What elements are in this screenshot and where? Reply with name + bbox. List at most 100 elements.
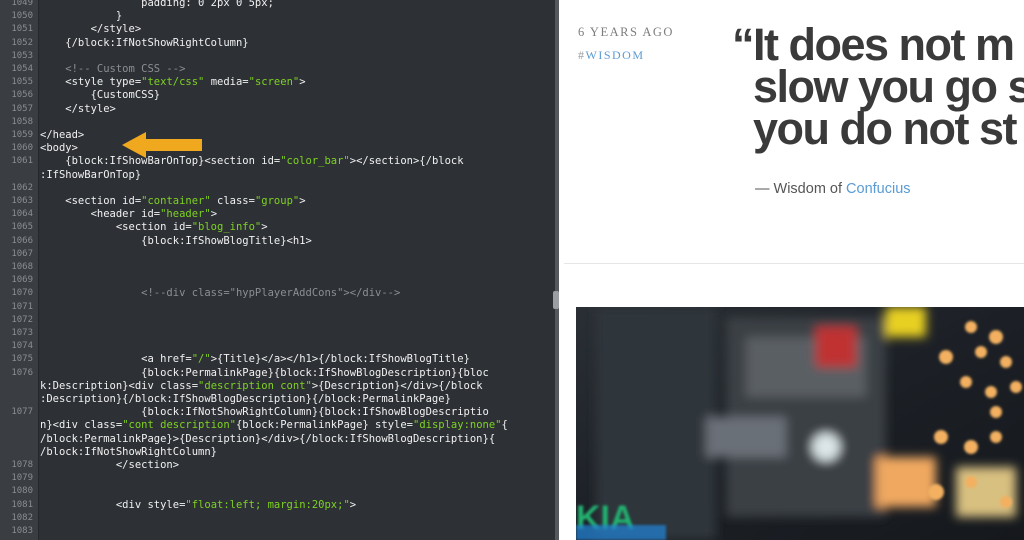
code-token: <a href= xyxy=(40,353,192,366)
attribution-prefix: — Wisdom of xyxy=(755,181,847,197)
code-token: > xyxy=(349,498,357,511)
code-line[interactable]: <!-- Custom CSS --> xyxy=(40,63,185,76)
code-token: class= xyxy=(210,195,255,207)
code-line[interactable]: n}<div class="cont description"{block:Pe… xyxy=(40,419,508,432)
line-number: 1049 xyxy=(11,0,33,8)
line-number: 1060 xyxy=(11,143,33,154)
line-number: 1074 xyxy=(11,341,33,352)
line-number: 1083 xyxy=(11,526,33,536)
code-line[interactable]: {block:IfShowBarOnTop}<section id="color… xyxy=(40,155,464,168)
code-token: <section id= xyxy=(40,195,142,207)
tag-hash: # xyxy=(578,48,586,62)
code-token: > xyxy=(261,221,268,234)
code-token: "cont description" xyxy=(122,419,236,432)
code-line[interactable]: </style> xyxy=(40,23,142,36)
code-line[interactable]: <style type="text/css" media="screen"> xyxy=(40,76,305,89)
code-token: "float:left; margin:20px;" xyxy=(185,498,350,511)
code-line[interactable]: {block:IfShowBlogTitle}<h1> xyxy=(40,235,312,248)
line-number: 1082 xyxy=(11,512,33,523)
code-line[interactable]: <header id="header"> xyxy=(40,208,217,221)
code-token: {block:PermalinkPage} style= xyxy=(235,419,413,432)
line-number: 1080 xyxy=(11,486,33,497)
code-line[interactable]: <section id="container" class="group"> xyxy=(40,195,305,208)
code-line[interactable]: {block:IfNotShowRightColumn}{block:IfSho… xyxy=(40,406,489,419)
code-line[interactable]: :IfShowBarOnTop} xyxy=(40,169,141,182)
line-number: 1065 xyxy=(11,222,33,233)
code-token: {block:PermalinkPage}{block:IfShowBlogDe… xyxy=(40,366,489,379)
line-number: 1066 xyxy=(11,235,33,246)
line-number-gutter: 1049 1050 1051 1052 1053 1054 1055 1056 1057 1058… xyxy=(0,0,39,540)
code-token: <style type= xyxy=(40,76,142,89)
line-number: 1081 xyxy=(11,499,33,510)
line-number: 1071 xyxy=(11,301,33,312)
quote-line: “It does not m xyxy=(732,19,1015,70)
code-token: {CustomCSS} xyxy=(40,89,161,102)
line-number: 1067 xyxy=(11,248,33,259)
code-token: ></section>{/block xyxy=(349,155,464,168)
code-token: :IfShowBarOnTop} xyxy=(40,168,142,181)
line-number: 1075 xyxy=(11,354,33,365)
code-line[interactable]: <div style="float:left; margin:20px;"> xyxy=(40,499,356,512)
code-line[interactable]: } xyxy=(40,10,122,23)
code-token: "container" xyxy=(141,195,211,207)
code-line[interactable]: padding: 0 2px 0 5px; xyxy=(40,0,274,10)
line-number: 1079 xyxy=(11,473,33,484)
code-line[interactable]: </style> xyxy=(40,103,116,116)
line-number: 1077 xyxy=(11,407,33,418)
code-token: "/" xyxy=(191,353,211,366)
code-token: </section> xyxy=(40,459,180,471)
code-line[interactable]: k:Description}<div class="description co… xyxy=(40,380,483,393)
line-number: 1052 xyxy=(11,37,33,48)
code-editor[interactable]: 1049 1050 1051 1052 1053 1054 1055 1056 1057 1058… xyxy=(0,0,555,540)
code-token: <div style= xyxy=(40,498,186,511)
code-token: </style> xyxy=(40,102,116,115)
code-token: /block:PermalinkPage}>{Description}</div… xyxy=(40,432,496,445)
code-line[interactable]: /block:PermalinkPage}>{Description}</div… xyxy=(40,433,495,446)
code-token: <!--div class="hypPlayerAddCons"></div--… xyxy=(40,287,401,300)
code-token: </head> xyxy=(40,129,85,141)
code-line[interactable]: <body> xyxy=(40,142,78,155)
code-token: k:Description}<div class= xyxy=(40,379,199,392)
code-token: <body> xyxy=(40,142,78,155)
author-link[interactable]: Confucius xyxy=(846,181,910,197)
code-line[interactable]: </section> xyxy=(40,459,179,472)
code-token: n}<div class= xyxy=(40,419,123,432)
code-token: </style> xyxy=(40,23,142,36)
code-line[interactable]: <section id="blog_info"> xyxy=(40,221,268,234)
code-token: <header id= xyxy=(40,208,161,221)
code-line[interactable]: {/block:IfNotShowRightColumn} xyxy=(40,36,249,50)
line-number: 1051 xyxy=(11,24,33,35)
code-token: padding: 0 2px 0 5px; xyxy=(40,0,274,9)
code-token: "blog_info" xyxy=(191,221,262,234)
code-line[interactable]: {block:PermalinkPage}{block:IfShowBlogDe… xyxy=(40,367,489,380)
line-number: 1058 xyxy=(11,116,33,127)
code-token: > xyxy=(210,208,218,221)
code-line[interactable]: <a href="/">{Title}</a></h1>{/block:IfSh… xyxy=(40,353,470,366)
post-separator xyxy=(564,263,1024,264)
line-number: 1055 xyxy=(11,77,33,88)
post-tag-link[interactable]: #WISDOM xyxy=(578,48,645,63)
code-line[interactable]: :Description}{/block:IfShowBlogDescripti… xyxy=(40,393,451,406)
code-token: {/block:IfNotShowRightColumn} xyxy=(40,36,249,49)
code-line[interactable]: /block:IfNotShowRightColumn} xyxy=(40,446,217,459)
code-line[interactable]: <!--div class="hypPlayerAddCons"></div--… xyxy=(40,287,400,300)
line-number: 1078 xyxy=(11,460,33,470)
code-token: <section id= xyxy=(40,221,192,234)
line-number: 1068 xyxy=(11,262,33,272)
quote-attribution: — Wisdom of Confucius xyxy=(755,181,911,197)
code-token: "description cont" xyxy=(198,379,312,392)
line-number: 1076 xyxy=(11,367,33,378)
line-number: 1069 xyxy=(11,275,33,286)
line-number: 1050 xyxy=(11,11,33,22)
quote-line: you do not st xyxy=(753,103,1017,154)
code-token: /block:IfNotShowRightColumn} xyxy=(40,445,218,458)
post-photo[interactable]: KIA xyxy=(576,307,1024,540)
code-token: >{Title}</a></h1>{/block:IfShowBlogTitle… xyxy=(210,353,470,366)
code-token: >{Description}</div>{/block xyxy=(311,379,483,392)
line-number: 1073 xyxy=(11,328,33,338)
post-timestamp[interactable]: 6 YEARS AGO xyxy=(578,25,674,40)
quote-line: slow you go s xyxy=(753,61,1024,112)
code-line[interactable]: </head> xyxy=(40,129,84,142)
line-number: 1070 xyxy=(11,288,33,299)
code-line[interactable]: {CustomCSS} xyxy=(40,89,161,102)
